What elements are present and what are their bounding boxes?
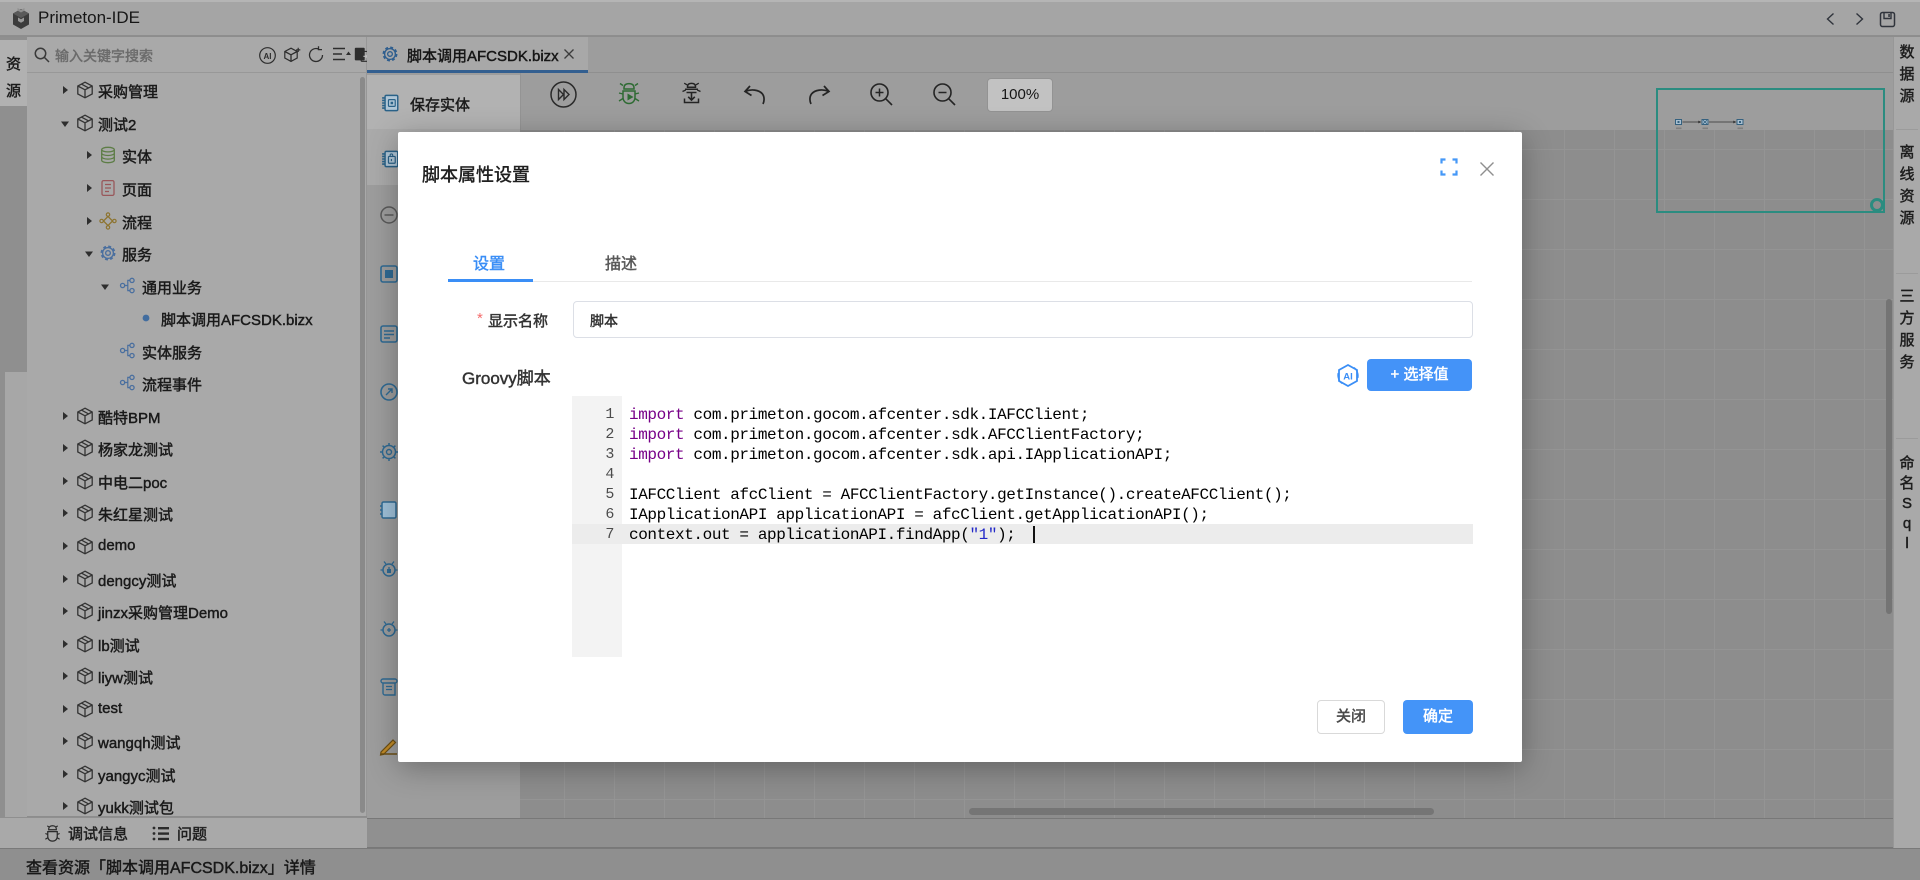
svg-text:AI: AI [1343, 372, 1353, 383]
